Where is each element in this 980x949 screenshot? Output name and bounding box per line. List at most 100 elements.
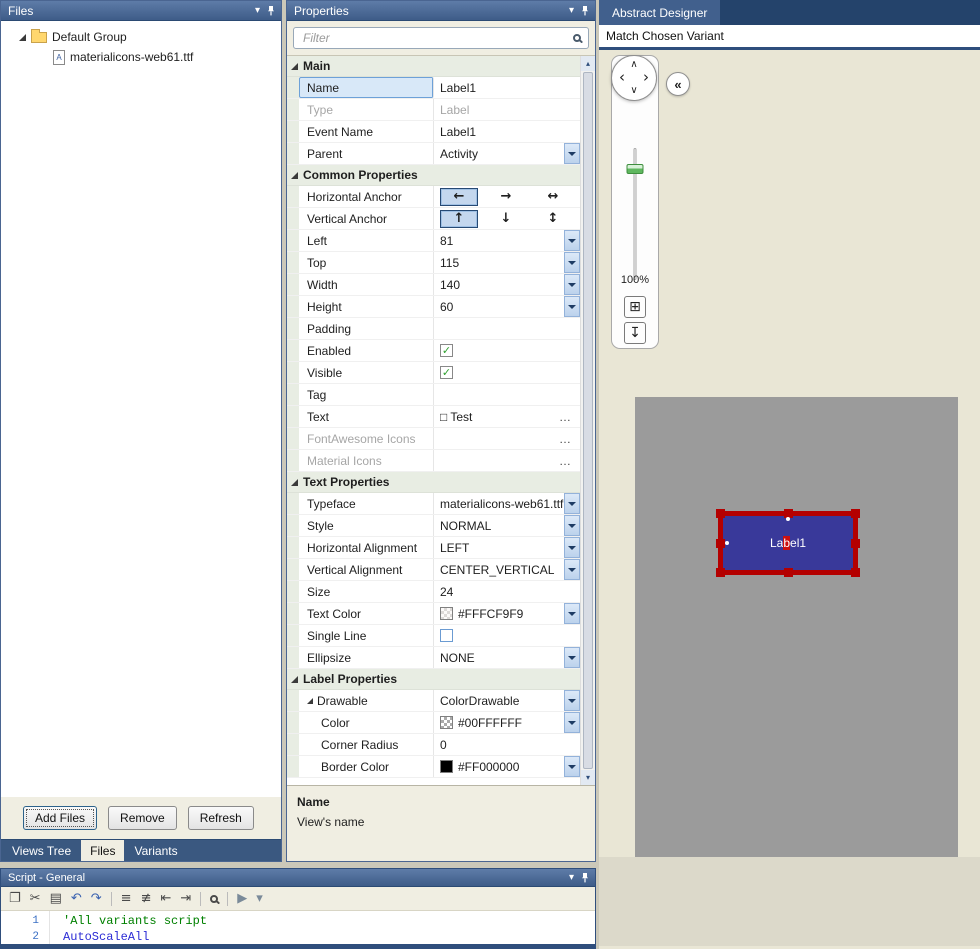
property-label-border-color[interactable]: Border Color (299, 756, 434, 777)
resize-handle[interactable] (783, 568, 793, 577)
properties-panel-header[interactable]: Properties ▾ (287, 1, 595, 21)
property-value-name[interactable]: Label1 (434, 77, 580, 98)
property-value-corner-radius[interactable]: 0 (434, 734, 580, 755)
dropdown-button[interactable] (564, 537, 580, 558)
copy-icon[interactable]: ❐ (9, 892, 21, 905)
property-value-text[interactable]: □ Test… (434, 406, 580, 427)
property-label-horizontal-anchor[interactable]: Horizontal Anchor (299, 186, 434, 207)
property-value-type[interactable]: Label (434, 99, 580, 120)
anchor-button[interactable]: ↕ (534, 210, 572, 228)
property-label-corner-radius[interactable]: Corner Radius (299, 734, 434, 755)
resize-handle[interactable] (851, 568, 860, 577)
category-common-properties[interactable]: Common Properties (287, 165, 580, 186)
expander-icon[interactable] (19, 33, 26, 41)
property-label-vertical-alignment[interactable]: Vertical Alignment (299, 559, 434, 580)
ellipsis-button[interactable]: … (559, 454, 580, 468)
anchor-button[interactable]: ↑ (440, 209, 478, 228)
dropdown-button[interactable] (564, 515, 580, 536)
tree-item-font-file[interactable]: A materialicons-web61.ttf (1, 47, 281, 67)
property-label-text-color[interactable]: Text Color (299, 603, 434, 624)
scrollbar-thumb[interactable] (583, 72, 593, 769)
property-value-padding[interactable] (434, 318, 580, 339)
capture-button[interactable]: ↧ (624, 322, 646, 344)
checkbox[interactable]: ✓ (440, 344, 453, 357)
collapse-button[interactable]: « (666, 72, 690, 96)
anchor-button[interactable]: → (487, 188, 525, 206)
tab-abstract-designer[interactable]: Abstract Designer (599, 0, 721, 25)
scrollbar-down-button[interactable]: ▾ (581, 770, 595, 785)
run-icon[interactable]: ▶ (237, 892, 247, 905)
property-value-ellipsize[interactable]: NONE (434, 647, 580, 668)
pin-icon[interactable] (580, 872, 590, 883)
dropdown-button[interactable] (564, 559, 580, 580)
property-label-typeface[interactable]: Typeface (299, 493, 434, 514)
category-label-properties[interactable]: Label Properties (287, 669, 580, 690)
property-value-border-color[interactable]: #FF000000 (434, 756, 580, 777)
property-label-text[interactable]: Text (299, 406, 434, 427)
property-value-tag[interactable] (434, 384, 580, 405)
anchor-button[interactable]: ↔ (534, 188, 572, 206)
property-label-name[interactable]: Name (299, 77, 434, 98)
dropdown-button[interactable] (564, 252, 580, 273)
color-swatch[interactable] (440, 716, 453, 729)
run-menu-icon[interactable]: ▾ (256, 892, 263, 905)
uncomment-icon[interactable]: ≢ (141, 892, 152, 905)
property-label-width[interactable]: Width (299, 274, 434, 295)
add-files-button[interactable]: Add Files (23, 806, 98, 830)
dropdown-button[interactable] (564, 712, 580, 733)
property-label-enabled[interactable]: Enabled (299, 340, 434, 361)
properties-scrollbar[interactable]: ▴ ▾ (580, 56, 595, 785)
property-value-typeface[interactable]: materialicons-web61.ttf (434, 493, 580, 514)
anchor-button[interactable]: ↓ (487, 210, 525, 228)
property-value-single-line[interactable] (434, 625, 580, 646)
property-value-width[interactable]: 140 (434, 274, 580, 295)
dropdown-button[interactable] (564, 296, 580, 317)
property-label-horizontal-alignment[interactable]: Horizontal Alignment (299, 537, 434, 558)
property-value-vertical-alignment[interactable]: CENTER_VERTICAL (434, 559, 580, 580)
remove-button[interactable]: Remove (108, 806, 177, 830)
dropdown-button[interactable] (564, 756, 580, 777)
property-value-size[interactable]: 24 (434, 581, 580, 602)
checkbox[interactable] (440, 629, 453, 642)
property-label-single-line[interactable]: Single Line (299, 625, 434, 646)
tree-item-default-group[interactable]: Default Group (1, 27, 281, 47)
scrollbar-up-button[interactable]: ▴ (581, 56, 595, 71)
search-icon[interactable] (210, 894, 219, 903)
design-canvas[interactable]: Label1 (635, 397, 958, 857)
property-value-horizontal-anchor[interactable]: ← → ↔ (434, 186, 580, 207)
property-label-vertical-anchor[interactable]: Vertical Anchor (299, 208, 434, 229)
tab-views-tree[interactable]: Views Tree (3, 840, 80, 861)
property-label-ellipsize[interactable]: Ellipsize (299, 647, 434, 668)
property-value-vertical-anchor[interactable]: ↑ ↓ ↕ (434, 208, 580, 229)
property-label-material-icons[interactable]: Material Icons (299, 450, 434, 471)
property-value-parent[interactable]: Activity (434, 143, 580, 164)
property-label-visible[interactable]: Visible (299, 362, 434, 383)
property-value-top[interactable]: 115 (434, 252, 580, 273)
dropdown-button[interactable] (564, 143, 580, 164)
script-panel-header[interactable]: Script - General ▾ (1, 869, 595, 887)
property-label-type[interactable]: Type (299, 99, 434, 120)
property-value-drawable[interactable]: ColorDrawable (434, 690, 580, 711)
dropdown-button[interactable] (564, 230, 580, 251)
pin-icon[interactable] (580, 5, 590, 16)
property-value-style[interactable]: NORMAL (434, 515, 580, 536)
ellipsis-button[interactable]: … (559, 432, 580, 446)
scroll-right-icon[interactable]: › (643, 69, 649, 85)
refresh-button[interactable]: Refresh (187, 806, 254, 830)
property-label-top[interactable]: Top (299, 252, 434, 273)
files-panel-header[interactable]: Files ▾ (1, 1, 281, 21)
anchor-button[interactable]: ← (440, 187, 478, 206)
property-value-visible[interactable]: ✓ (434, 362, 580, 383)
scroll-down-icon[interactable]: ∨ (630, 86, 637, 96)
property-label-padding[interactable]: Padding (299, 318, 434, 339)
property-label-event-name[interactable]: Event Name (299, 121, 434, 142)
dropdown-button[interactable] (564, 647, 580, 668)
resize-handle[interactable] (851, 509, 860, 518)
property-value-enabled[interactable]: ✓ (434, 340, 580, 361)
property-label-style[interactable]: Style (299, 515, 434, 536)
resize-handle[interactable] (851, 538, 860, 548)
property-value-event-name[interactable]: Label1 (434, 121, 580, 142)
property-label-tag[interactable]: Tag (299, 384, 434, 405)
property-value-text-color[interactable]: #FFFCF9F9 (434, 603, 580, 624)
cut-icon[interactable]: ✂ (30, 892, 41, 905)
